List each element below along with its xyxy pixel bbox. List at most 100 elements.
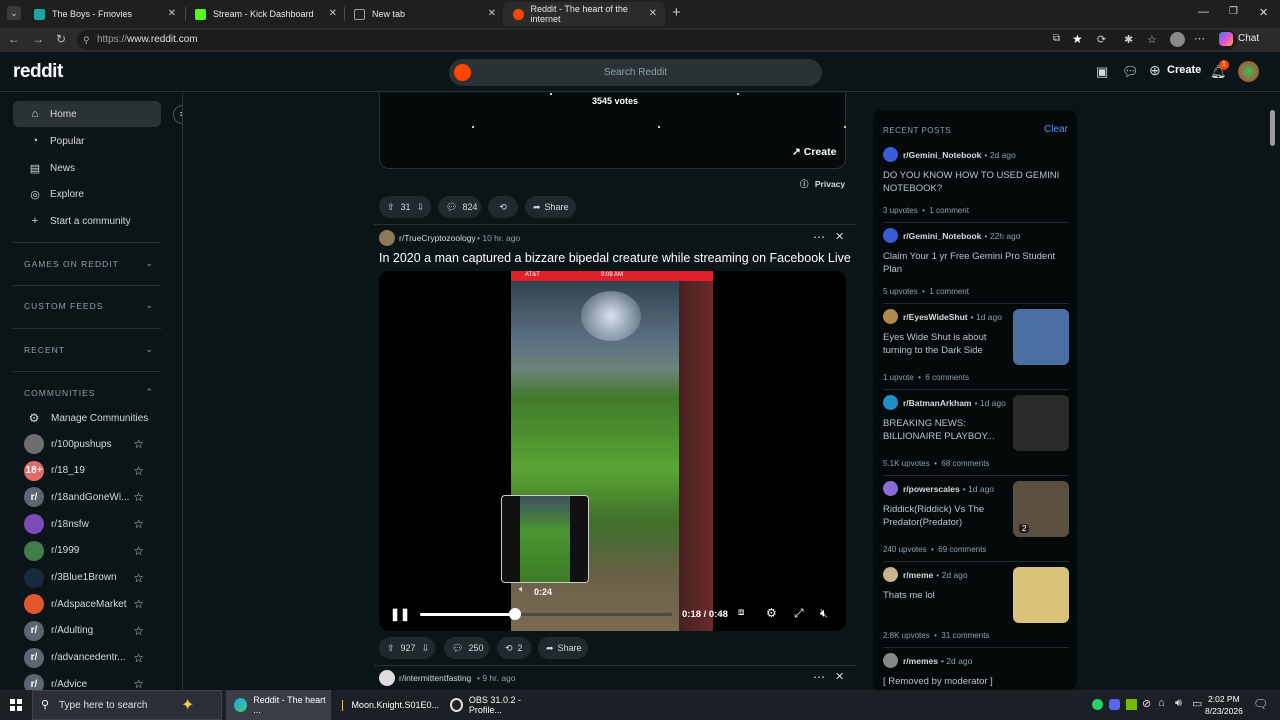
recent-post-title[interactable]: DO YOU KNOW HOW TO USED GEMINI NOTEBOOK? xyxy=(883,169,1069,195)
new-tab-plus-icon[interactable]: + xyxy=(672,4,681,21)
tab-actions-icon[interactable]: ⌄ xyxy=(7,6,21,20)
tray-app-icon[interactable]: ⊘ xyxy=(1142,697,1151,710)
post-subreddit[interactable]: r/intermittentfasting xyxy=(399,673,471,683)
volume-icon[interactable]: 🔊︎ xyxy=(1175,697,1182,710)
section-communities[interactable]: COMMUNITIES ⌃ xyxy=(24,387,154,398)
recent-post-title[interactable]: [ Removed by moderator ] xyxy=(883,675,1069,688)
discord-tray-icon[interactable] xyxy=(1109,699,1120,710)
recent-post-thumbnail[interactable]: 2 xyxy=(1013,481,1069,537)
create-poll-button[interactable]: ↗ Create xyxy=(792,146,836,158)
recent-post-subreddit[interactable]: r/Gemini_Notebook xyxy=(903,231,981,241)
url-field[interactable]: ⚲ https://www.reddit.com xyxy=(77,30,1237,50)
sidebar-item-home[interactable]: ⌂ Home xyxy=(13,101,161,127)
seek-bar[interactable] xyxy=(420,608,672,620)
favorites-icon[interactable]: ☆ xyxy=(1147,33,1157,46)
whatsapp-tray-icon[interactable] xyxy=(1092,699,1103,710)
favorite-star-icon[interactable]: ☆ xyxy=(133,597,144,611)
clock-date[interactable]: 8/23/2026 xyxy=(1205,706,1243,716)
site-info-icon[interactable]: ⚲ xyxy=(83,30,90,50)
back-icon[interactable]: ← xyxy=(8,32,20,46)
upvote-icon[interactable]: ⇧ xyxy=(387,202,395,213)
battery-icon[interactable]: ▭ xyxy=(1192,697,1202,710)
recent-post-title[interactable]: BREAKING NEWS: BILLIONAIRE PLAYBOY... xyxy=(883,417,1003,443)
community-item[interactable]: r/3Blue1Brown ☆ xyxy=(24,567,149,589)
favorite-star-icon[interactable]: ☆ xyxy=(133,624,144,638)
recent-post-title[interactable]: Eyes Wide Shut is about turning to the D… xyxy=(883,331,1003,357)
comments-button[interactable]: 💬︎ 250 xyxy=(444,637,489,659)
recent-post-subreddit[interactable]: r/powerscales xyxy=(903,484,960,494)
settings-gear-icon[interactable]: ⚙ xyxy=(766,606,777,620)
recent-post-subreddit[interactable]: r/EyesWideShut xyxy=(903,312,968,322)
recent-post-thumbnail[interactable] xyxy=(1013,395,1069,451)
captions-icon[interactable]: ⧈ xyxy=(738,607,744,618)
favorite-star-icon[interactable]: ☆ xyxy=(133,651,144,665)
post-more-icon[interactable]: ⋯ xyxy=(813,670,825,684)
close-icon[interactable]: ✕ xyxy=(329,8,337,19)
chat-icon[interactable]: 💬︎ xyxy=(1122,64,1139,80)
sidebar-item-start-community[interactable]: + Start a community xyxy=(13,208,161,234)
more-menu-icon[interactable]: ⋯ xyxy=(1194,32,1205,45)
fullscreen-icon[interactable]: ⤢ xyxy=(794,606,804,621)
vote-control[interactable]: ⇧ 927 ⇩ xyxy=(379,637,435,659)
windows-start-icon[interactable] xyxy=(10,699,22,711)
share-button[interactable]: ➦ Share xyxy=(538,637,588,659)
recent-post-title[interactable]: Thats me lol xyxy=(883,589,1003,602)
recent-post-thumbnail[interactable] xyxy=(1013,309,1069,365)
comments-button[interactable]: 💬︎ 824 xyxy=(438,196,481,218)
favorite-star-icon[interactable]: ☆ xyxy=(133,437,144,451)
post-more-icon[interactable]: ⋯ xyxy=(813,230,825,244)
repost-button[interactable]: ⟲ 2 xyxy=(497,637,531,659)
taskbar-app-explorer[interactable]: Moon.Knight.S01E0... xyxy=(334,690,439,720)
section-games-on-reddit[interactable]: GAMES ON REDDIT ⌄ xyxy=(24,258,154,269)
pause-icon[interactable]: ❚❚ xyxy=(390,607,410,621)
recent-post-item[interactable]: r/Gemini_Notebook • 22h ago Claim Your 1 y… xyxy=(883,228,1069,301)
downvote-icon[interactable]: ⇩ xyxy=(422,643,430,654)
profile-avatar[interactable] xyxy=(1170,32,1185,47)
mute-icon[interactable]: 🔇︎ xyxy=(820,606,828,621)
recent-post-item[interactable]: r/EyesWideShut • 1d ago Eyes Wide Shut is … xyxy=(883,309,1069,387)
recent-post-item[interactable]: r/Gemini_Notebook • 2d ago DO YOU KNOW HOW… xyxy=(883,147,1069,220)
community-item[interactable]: 18+ r/18_19 ☆ xyxy=(24,460,149,482)
extensions-icon[interactable]: ⟳ xyxy=(1097,33,1106,46)
refresh-icon[interactable]: ↻ xyxy=(56,32,66,46)
recent-post-item[interactable]: r/meme • 2d ago Thats me lol 2.8K upvotes •… xyxy=(883,567,1069,645)
post-close-icon[interactable]: ✕ xyxy=(835,230,844,243)
favorite-star-icon[interactable]: ☆ xyxy=(133,464,144,478)
upvote-icon[interactable]: ⇧ xyxy=(387,643,395,654)
page-scrollbar[interactable] xyxy=(1266,92,1280,690)
clear-recent-button[interactable]: Clear xyxy=(1044,124,1068,135)
community-item[interactable]: r/r/Advice ☆ xyxy=(24,673,149,690)
recent-post-title[interactable]: Riddick(Riddick) Vs The Predator(Predato… xyxy=(883,503,1003,529)
scroll-thumb[interactable] xyxy=(1270,110,1275,146)
tab-new[interactable]: New tab ✕ xyxy=(344,2,504,26)
community-item[interactable]: r/r/advancedentr... ☆ xyxy=(24,647,149,669)
split-screen-icon[interactable]: ⧉ xyxy=(1053,33,1060,44)
taskbar-app-obs[interactable]: OBS 31.0.2 - Profile... xyxy=(442,690,547,720)
post-close-icon[interactable]: ✕ xyxy=(835,670,844,683)
community-item[interactable]: r/1999 ☆ xyxy=(24,540,149,562)
favorite-star-icon[interactable]: ★ xyxy=(1072,32,1083,46)
recent-post-subreddit[interactable]: r/Gemini_Notebook xyxy=(903,150,981,160)
copilot-icon[interactable] xyxy=(1219,32,1233,46)
chat-label[interactable]: Chat xyxy=(1238,33,1259,44)
puzzle-icon[interactable]: ✱ xyxy=(1124,33,1133,46)
favorite-star-icon[interactable]: ☆ xyxy=(133,677,144,690)
recent-post-subreddit[interactable]: r/BatmanArkham xyxy=(903,398,972,408)
close-icon[interactable]: ✕ xyxy=(168,8,176,19)
post-title[interactable]: In 2020 a man captured a bizzare bipedal… xyxy=(379,251,851,265)
recent-post-subreddit[interactable]: r/meme xyxy=(903,570,933,580)
tab-reddit[interactable]: Reddit - The heart of the internet ✕ xyxy=(503,2,665,26)
recent-post-subreddit[interactable]: r/memes xyxy=(903,656,938,666)
recent-post-item[interactable]: r/powerscales • 1d ago Riddick(Riddick) Vs… xyxy=(883,481,1069,559)
community-item[interactable]: r/AdspaceMarket ☆ xyxy=(24,593,149,615)
vote-control[interactable]: ⇧ 31 ⇩ xyxy=(379,196,431,218)
clock-time[interactable]: 2:02 PM xyxy=(1208,694,1240,704)
manage-communities-item[interactable]: ⚙ Manage Communities xyxy=(24,407,149,429)
downvote-icon[interactable]: ⇩ xyxy=(417,202,425,213)
community-item[interactable]: r/r/18andGoneWi... ☆ xyxy=(24,486,149,508)
repost-button[interactable]: ⟲ xyxy=(488,196,518,218)
create-button[interactable]: Create xyxy=(1167,64,1201,76)
seek-handle[interactable] xyxy=(508,608,521,620)
favorite-star-icon[interactable]: ☆ xyxy=(133,517,144,531)
privacy-link[interactable]: ⓘ Privacy xyxy=(800,178,845,190)
